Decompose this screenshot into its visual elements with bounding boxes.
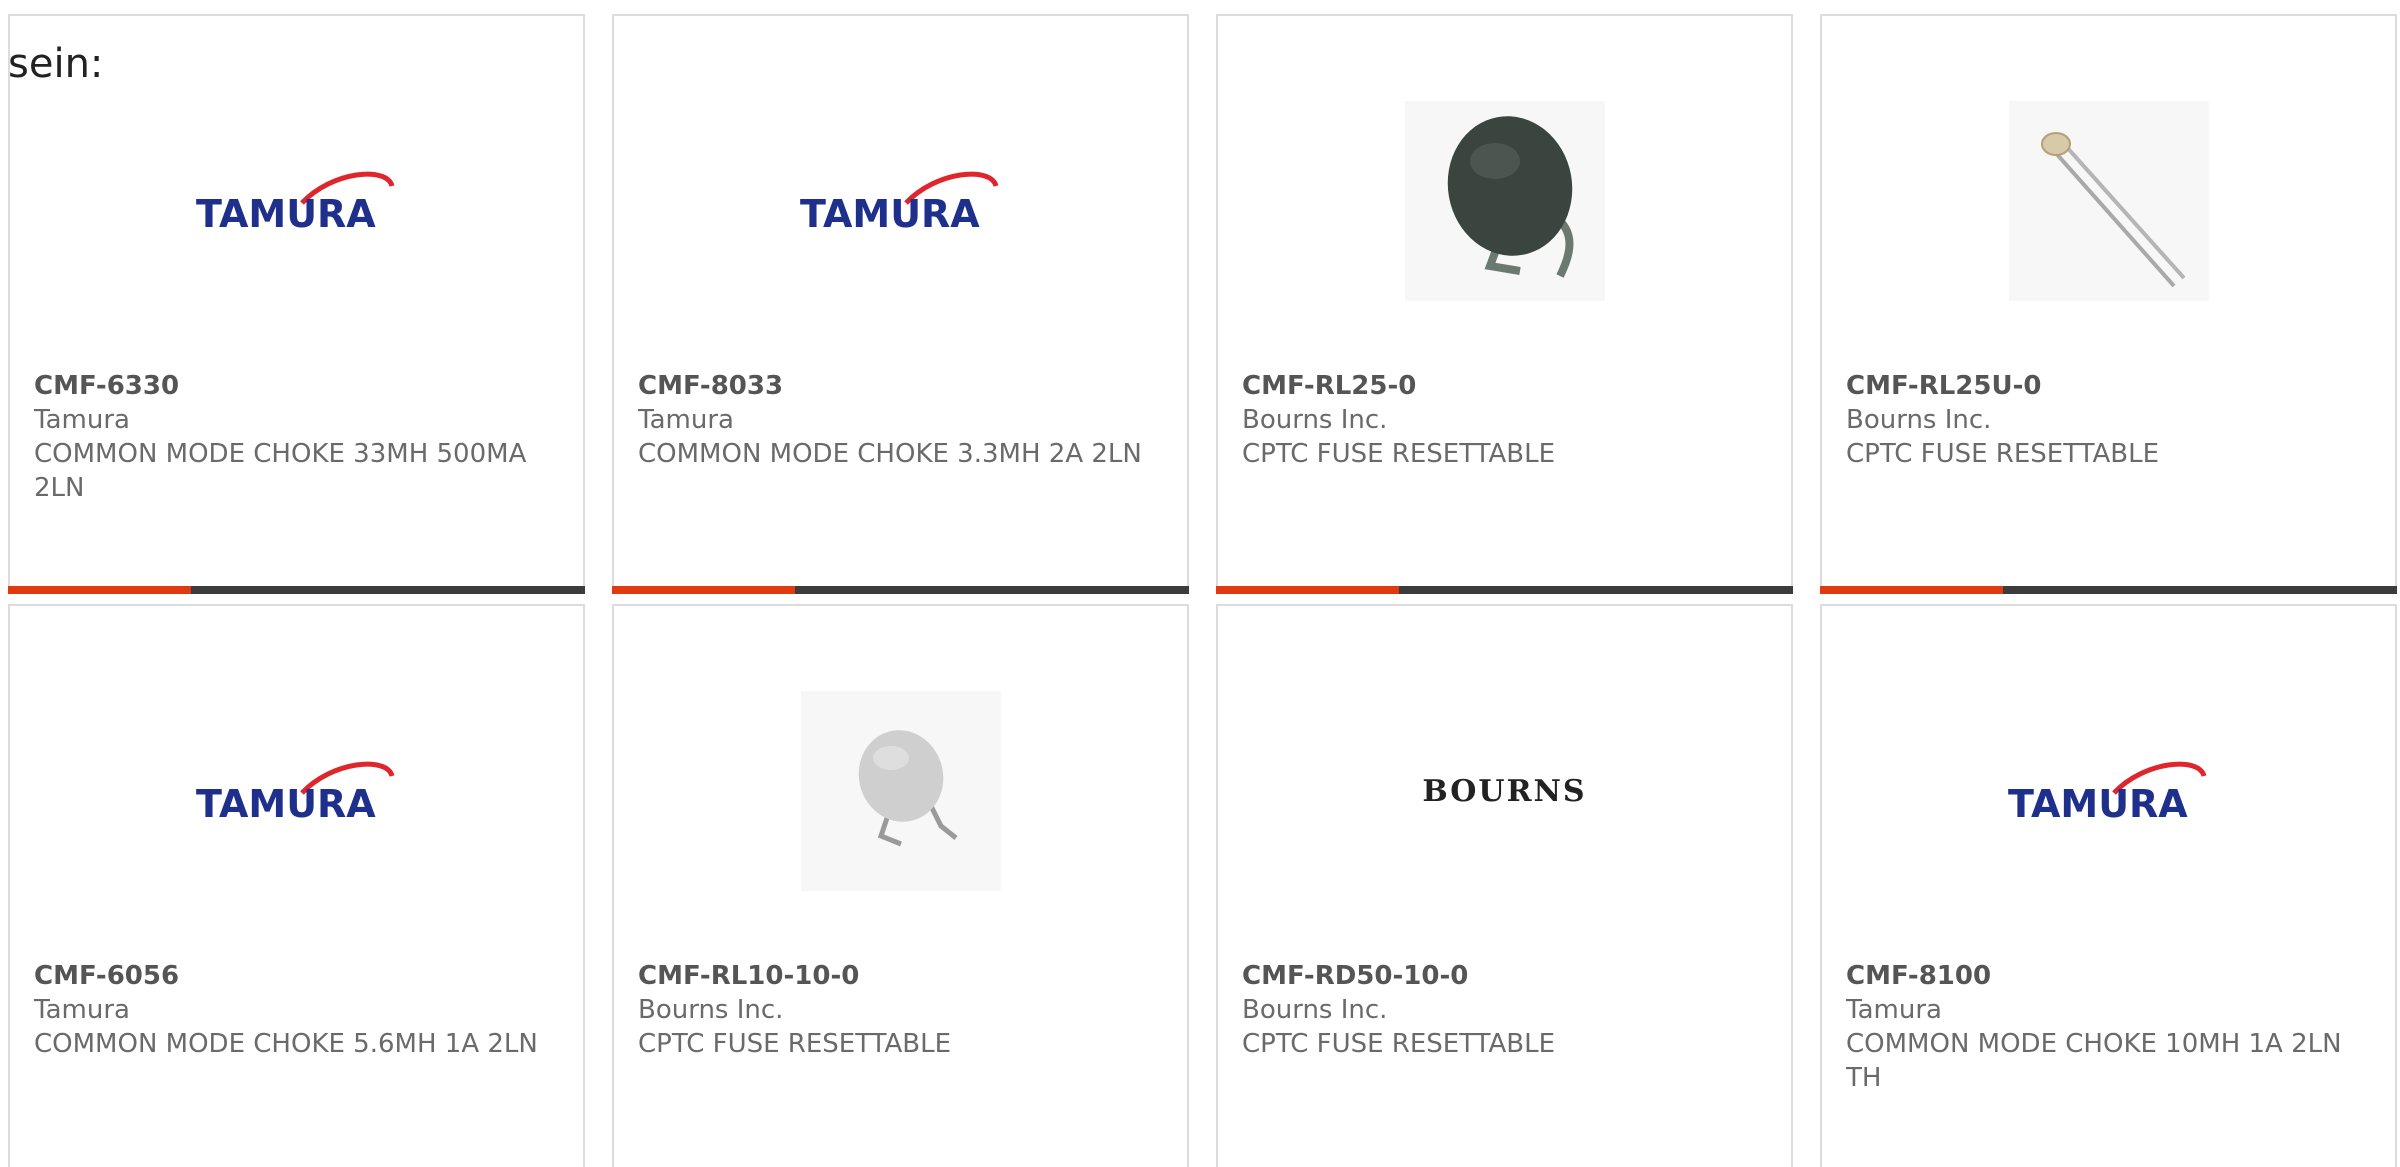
svg-text:TAMURA: TAMURA [196,782,376,826]
dark-ptc-fuse-photo [1404,101,1605,301]
product-info: CMF-RL25-0 Bourns Inc. CPTC FUSE RESETTA… [1242,369,1771,471]
part-number[interactable]: CMF-6056 [34,959,563,993]
tamura-logo: TAMURA [2008,761,2206,826]
manufacturer: Tamura [1846,995,1942,1025]
product-image [1822,76,2395,326]
card-bottom-bar [1820,586,2397,594]
product-card[interactable]: CMF-RL25-0 Bourns Inc. CPTC FUSE RESETTA… [1216,14,1793,594]
product-image [1218,76,1791,326]
product-image: TAMURA [1822,666,2395,916]
product-image: TAMURA [10,76,583,326]
manufacturer: Tamura [638,405,734,435]
description: CPTC FUSE RESETTABLE [1846,439,2160,469]
svg-text:TAMURA: TAMURA [800,192,980,236]
product-image: TAMURA [10,666,583,916]
description: COMMON MODE CHOKE 10MH 1A 2LN TH [1846,1029,2342,1093]
part-number[interactable]: CMF-RL25-0 [1242,369,1771,403]
manufacturer: Tamura [34,405,130,435]
card-bottom-bar [1216,586,1793,594]
product-grid-page: sein: TAMURA CMF-6330 Tamura COMMON MODE… [0,0,2400,1167]
description: COMMON MODE CHOKE 33MH 500MA 2LN [34,439,527,503]
product-card[interactable]: BOURNS CMF-RD50-10-0 Bourns Inc. CPTC FU… [1216,604,1793,1167]
part-number[interactable]: CMF-RL10-10-0 [638,959,1167,993]
product-card[interactable]: TAMURA CMF-8033 Tamura COMMON MODE CHOKE… [612,14,1189,594]
part-number[interactable]: CMF-6330 [34,369,563,403]
small-thermistor-photo [2008,101,2209,301]
grey-ptc-fuse-photo [800,691,1001,891]
manufacturer: Tamura [34,995,130,1025]
tamura-logo: TAMURA [800,171,998,236]
manufacturer: Bourns Inc. [1242,405,1388,435]
product-card[interactable]: TAMURA CMF-8100 Tamura COMMON MODE CHOKE… [1820,604,2397,1167]
description: COMMON MODE CHOKE 3.3MH 2A 2LN [638,439,1142,469]
intro-text: sein: [8,41,104,87]
svg-text:TAMURA: TAMURA [2008,782,2188,826]
product-info: CMF-RL25U-0 Bourns Inc. CPTC FUSE RESETT… [1846,369,2375,471]
product-card[interactable]: TAMURA CMF-6330 Tamura COMMON MODE CHOKE… [8,14,585,594]
product-info: CMF-8100 Tamura COMMON MODE CHOKE 10MH 1… [1846,959,2375,1095]
svg-text:TAMURA: TAMURA [196,192,376,236]
part-number[interactable]: CMF-8100 [1846,959,2375,993]
product-image: BOURNS [1218,666,1791,916]
part-number[interactable]: CMF-8033 [638,369,1167,403]
card-bottom-bar [612,586,1189,594]
product-info: CMF-RD50-10-0 Bourns Inc. CPTC FUSE RESE… [1242,959,1771,1061]
part-number[interactable]: CMF-RL25U-0 [1846,369,2375,403]
product-card[interactable]: CMF-RL25U-0 Bourns Inc. CPTC FUSE RESETT… [1820,14,2397,594]
part-number[interactable]: CMF-RD50-10-0 [1242,959,1771,993]
manufacturer: Bourns Inc. [1846,405,1992,435]
bourns-logo: BOURNS [1422,773,1587,809]
manufacturer: Bourns Inc. [1242,995,1388,1025]
card-bottom-bar [8,586,585,594]
product-info: CMF-6056 Tamura COMMON MODE CHOKE 5.6MH … [34,959,563,1061]
product-card[interactable]: CMF-RL10-10-0 Bourns Inc. CPTC FUSE RESE… [612,604,1189,1167]
product-image [614,666,1187,916]
product-info: CMF-8033 Tamura COMMON MODE CHOKE 3.3MH … [638,369,1167,471]
description: COMMON MODE CHOKE 5.6MH 1A 2LN [34,1029,538,1059]
product-info: CMF-RL10-10-0 Bourns Inc. CPTC FUSE RESE… [638,959,1167,1061]
description: CPTC FUSE RESETTABLE [1242,439,1556,469]
tamura-logo: TAMURA [196,761,394,826]
product-info: CMF-6330 Tamura COMMON MODE CHOKE 33MH 5… [34,369,563,505]
description: CPTC FUSE RESETTABLE [1242,1029,1556,1059]
tamura-logo: TAMURA [196,171,394,236]
product-image: TAMURA [614,76,1187,326]
description: CPTC FUSE RESETTABLE [638,1029,952,1059]
manufacturer: Bourns Inc. [638,995,784,1025]
product-card[interactable]: TAMURA CMF-6056 Tamura COMMON MODE CHOKE… [8,604,585,1167]
